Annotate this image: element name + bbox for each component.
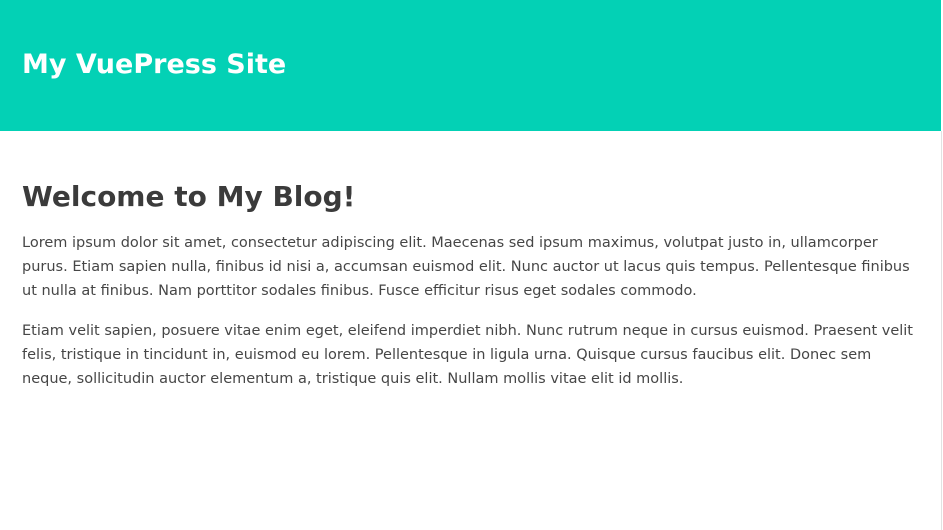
paragraph-1: Lorem ipsum dolor sit amet, consectetur … (22, 235, 910, 299)
main-content: Welcome to My Blog! Lorem ipsum dolor si… (22, 176, 915, 391)
page-title: Welcome to My Blog! (22, 180, 356, 213)
content-right-border (941, 131, 942, 530)
paragraph-2: Etiam velit sapien, posuere vitae enim e… (22, 323, 913, 387)
site-title-link[interactable]: My VuePress Site (22, 45, 286, 85)
site-header: My VuePress Site (0, 0, 941, 131)
